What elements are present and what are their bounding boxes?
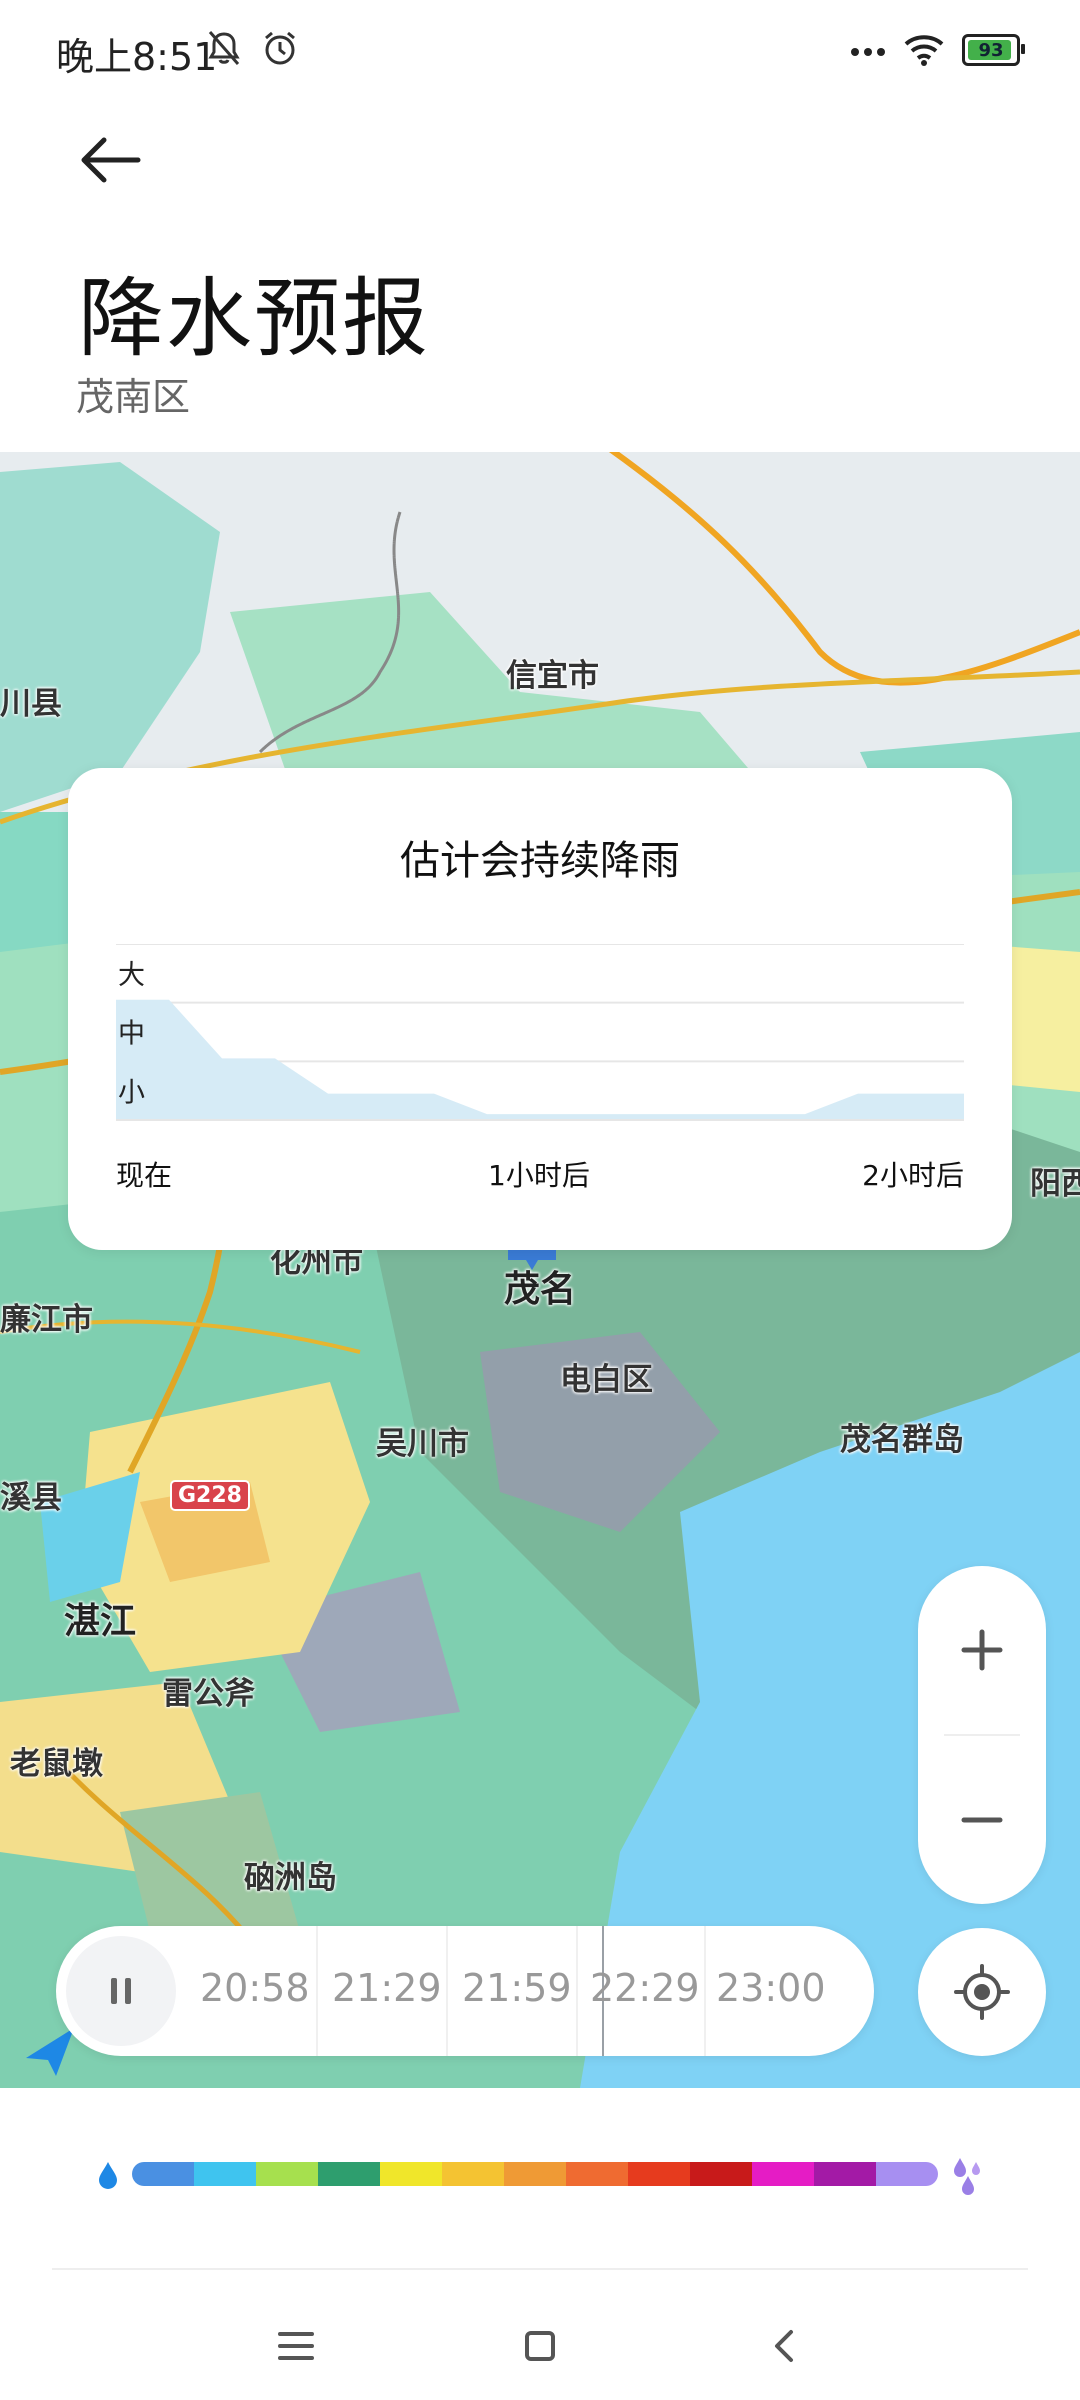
map-label-dianbai: 电白区 — [560, 1362, 653, 1398]
map-label-yangxi: 阳西 — [1030, 1166, 1080, 1202]
precipitation-area — [116, 999, 964, 1120]
chart-level-label: 小 — [118, 1077, 145, 1108]
status-right-icons: 93 — [850, 34, 1025, 66]
battery-icon: 93 — [962, 34, 1025, 66]
forecast-card: 估计会持续降雨 大中小 现在 1小时后 2小时后 — [68, 768, 1012, 1250]
wifi-icon — [904, 35, 944, 66]
bell-muted-icon — [208, 31, 240, 65]
zoom-out-button[interactable] — [918, 1736, 1046, 1904]
legend-swatch — [752, 2162, 814, 2186]
legend-swatch — [256, 2162, 318, 2186]
tick-separator — [576, 1926, 578, 2056]
status-time: 晚上8:51 — [56, 35, 218, 79]
tick-separator — [316, 1926, 318, 2056]
legend-swatch — [814, 2162, 876, 2186]
chart-level-label: 大 — [118, 960, 145, 991]
map-label-maoming-islands: 茂名群岛 — [840, 1422, 964, 1458]
alarm-icon — [265, 31, 295, 65]
legend-swatch — [504, 2162, 566, 2186]
x-label-now: 现在 — [116, 1159, 173, 1192]
bottom-divider — [52, 2268, 1028, 2270]
x-label-1h: 1小时后 — [488, 1159, 590, 1192]
timeline-bar[interactable]: 20:58 21:29 21:59 22:29 23:00 — [56, 1926, 874, 2056]
map-label-laoshudun: 老鼠墩 — [10, 1746, 103, 1782]
locate-button[interactable] — [918, 1928, 1046, 2056]
map-label-xi-county: 溪县 — [0, 1480, 62, 1516]
forecast-title: 估计会持续降雨 — [400, 838, 680, 884]
menu-icon — [278, 2332, 314, 2360]
map-label-wuchuan: 吴川市 — [376, 1426, 469, 1462]
precipitation-chart: 大中小 — [116, 944, 964, 1121]
page-title: 降水预报 — [78, 269, 430, 369]
home-button[interactable] — [510, 2316, 570, 2376]
back-button[interactable] — [70, 120, 150, 200]
battery-level: 93 — [978, 39, 1004, 61]
time-tick[interactable]: 21:29 — [332, 1966, 442, 2010]
legend-swatch — [690, 2162, 752, 2186]
precipitation-legend — [132, 2162, 938, 2186]
legend-swatch — [566, 2162, 628, 2186]
legend-swatch — [132, 2162, 194, 2186]
zoom-in-button[interactable] — [918, 1566, 1046, 1734]
page-subtitle: 茂南区 — [76, 375, 191, 419]
x-label-2h: 2小时后 — [862, 1159, 964, 1192]
water-drop-icon — [99, 2162, 117, 2189]
map-label-zhanjiang: 湛江 — [64, 1601, 137, 1642]
map-label-xinyi: 信宜市 — [506, 658, 599, 694]
status-left-icons — [204, 28, 300, 68]
map-label-lianjiang: 廉江市 — [0, 1302, 93, 1338]
plus-icon — [961, 1629, 1003, 1671]
chart-level-label: 中 — [118, 1019, 145, 1050]
map-label-chuan-county: 川县 — [0, 686, 62, 722]
time-tick[interactable]: 23:00 — [716, 1966, 826, 2010]
pause-icon — [111, 1978, 131, 2004]
home-icon — [525, 2331, 555, 2361]
time-tick[interactable]: 20:58 — [200, 1966, 310, 2010]
locate-target-icon — [954, 1964, 1010, 2020]
legend-swatch — [318, 2162, 380, 2186]
tick-separator — [704, 1926, 706, 2056]
menu-button[interactable] — [266, 2316, 326, 2376]
nav-back-button[interactable] — [754, 2316, 814, 2376]
more-dots-icon — [851, 48, 885, 56]
back-icon — [775, 2330, 793, 2362]
legend-swatch — [876, 2162, 938, 2186]
time-tick[interactable]: 22:29 — [590, 1966, 700, 2010]
legend-swatch — [194, 2162, 256, 2186]
road-badge: G228 — [170, 1480, 250, 1511]
map-label-naozhou: 硇洲岛 — [244, 1860, 337, 1896]
system-navbar — [0, 2290, 1080, 2400]
zoom-control — [918, 1566, 1046, 1904]
minus-icon — [961, 1817, 1003, 1823]
map-label-leigongfu: 雷公斧 — [162, 1676, 255, 1712]
rain-drops-icon — [954, 2158, 980, 2195]
status-bar: 晚上8:51 93 — [0, 0, 1080, 100]
legend-swatch — [380, 2162, 442, 2186]
tick-separator — [446, 1926, 448, 2056]
time-tick[interactable]: 21:59 — [462, 1966, 572, 2010]
pause-button[interactable] — [66, 1936, 176, 2046]
legend-swatch — [628, 2162, 690, 2186]
legend-swatch — [442, 2162, 504, 2186]
arrow-left-icon — [81, 137, 141, 183]
